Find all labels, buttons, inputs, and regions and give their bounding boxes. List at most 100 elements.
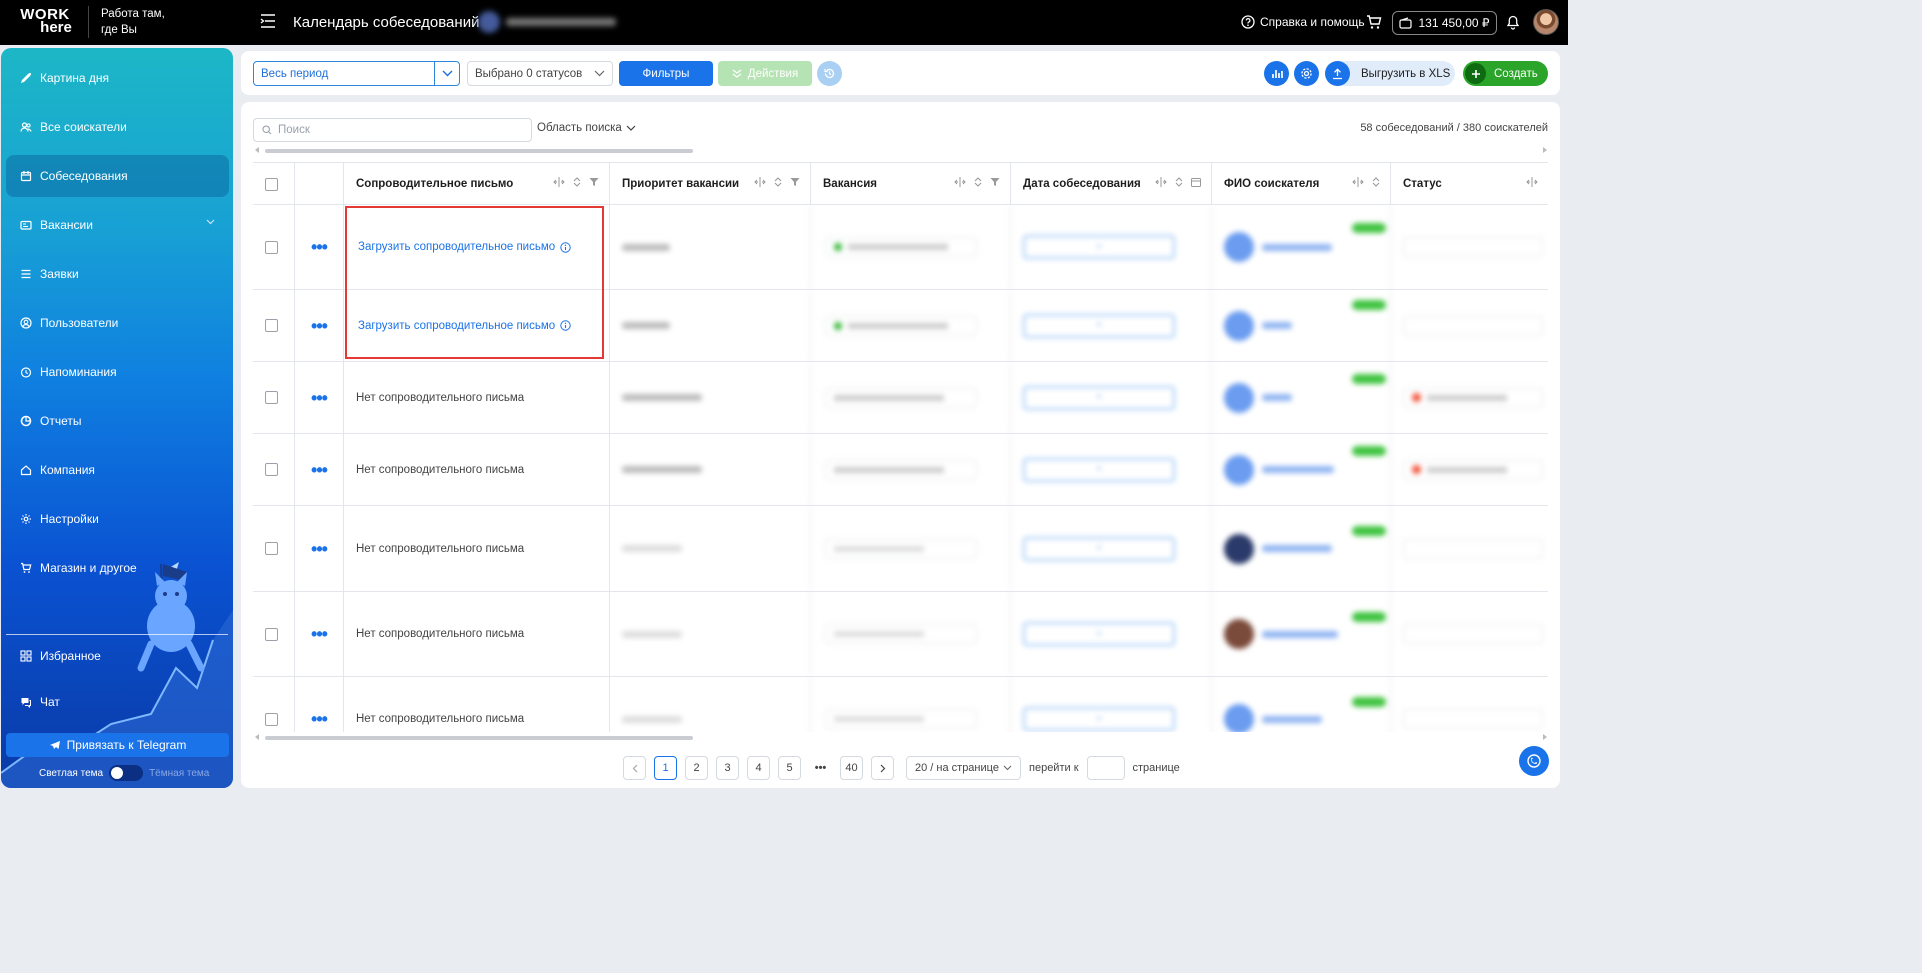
status-cell[interactable] xyxy=(1391,205,1548,289)
candidate-cell[interactable] xyxy=(1212,434,1391,505)
prev-page-button[interactable] xyxy=(623,756,646,780)
sort-icon[interactable] xyxy=(573,177,581,187)
help-link[interactable]: Справка и помощь xyxy=(1241,15,1365,29)
filter-icon[interactable] xyxy=(990,177,1000,187)
interview-date-cell[interactable]: + xyxy=(1011,506,1212,591)
scroll-thumb[interactable] xyxy=(265,736,693,740)
column-resize-icon[interactable] xyxy=(1155,177,1167,187)
candidate-cell[interactable] xyxy=(1212,592,1391,676)
status-cell[interactable] xyxy=(1391,362,1548,433)
row-checkbox[interactable] xyxy=(265,463,278,476)
page-button[interactable]: 2 xyxy=(685,756,708,780)
sort-icon[interactable] xyxy=(974,177,982,187)
page-size-select[interactable]: 20 / на странице xyxy=(906,756,1021,780)
row-checkbox[interactable] xyxy=(265,319,278,332)
chevron-down-icon[interactable] xyxy=(434,62,459,85)
cart-icon[interactable] xyxy=(1366,14,1382,30)
interview-date-cell[interactable]: + xyxy=(1011,592,1212,676)
more-actions-icon[interactable]: ••• xyxy=(311,461,328,479)
vacancy-cell[interactable] xyxy=(811,434,1011,505)
vacancy-cell[interactable] xyxy=(811,290,1011,361)
column-resize-icon[interactable] xyxy=(553,177,565,187)
notifications-icon[interactable] xyxy=(1506,14,1520,30)
candidate-cell[interactable] xyxy=(1212,290,1391,361)
filters-button[interactable]: Фильтры xyxy=(619,61,713,86)
scroll-left-arrow[interactable] xyxy=(255,147,259,153)
nav-item-shop[interactable]: Магазин и другое xyxy=(6,547,229,589)
row-checkbox[interactable] xyxy=(265,627,278,641)
interview-date-cell[interactable]: + xyxy=(1011,290,1212,361)
candidate-cell[interactable] xyxy=(1212,506,1391,591)
sort-icon[interactable] xyxy=(1175,177,1183,187)
vacancy-cell[interactable] xyxy=(811,592,1011,676)
more-actions-icon[interactable]: ••• xyxy=(311,317,328,335)
sort-icon[interactable] xyxy=(774,177,782,187)
scroll-left-arrow[interactable] xyxy=(255,734,259,740)
column-resize-icon[interactable] xyxy=(754,177,766,187)
upload-cover-letter-link[interactable]: Загрузить сопроводительное письмо xyxy=(344,241,571,253)
status-cell[interactable] xyxy=(1391,506,1548,591)
column-header-interview-date[interactable]: Дата собеседования xyxy=(1011,163,1212,205)
info-icon[interactable] xyxy=(560,241,571,253)
bottom-horizontal-scrollbar[interactable] xyxy=(255,734,1547,742)
more-actions-icon[interactable]: ••• xyxy=(311,238,328,256)
status-cell[interactable] xyxy=(1391,592,1548,676)
column-header-vacancy[interactable]: Вакансия xyxy=(811,163,1011,205)
nav-item-interviews[interactable]: Собеседования xyxy=(6,155,229,197)
telegram-link-button[interactable]: Привязать к Telegram xyxy=(6,733,229,757)
support-chat-button[interactable] xyxy=(1519,746,1549,776)
interview-date-cell[interactable]: + xyxy=(1011,677,1212,732)
page-button-last[interactable]: 40 xyxy=(840,756,863,780)
actions-button[interactable]: Действия xyxy=(718,61,812,86)
status-cell[interactable] xyxy=(1391,677,1548,732)
export-xls-button[interactable]: Выгрузить в XLS xyxy=(1325,61,1455,86)
theme-toggle[interactable] xyxy=(109,765,144,781)
status-cell[interactable] xyxy=(1391,290,1548,361)
candidate-cell[interactable] xyxy=(1212,677,1391,732)
page-button[interactable]: 4 xyxy=(747,756,770,780)
candidate-cell[interactable] xyxy=(1212,205,1391,289)
nav-item-chat[interactable]: Чат xyxy=(6,681,229,723)
upload-cover-letter-link[interactable]: Загрузить сопроводительное письмо xyxy=(344,320,571,332)
filter-icon[interactable] xyxy=(790,177,800,187)
nav-item-vacancies[interactable]: Вакансии xyxy=(6,204,229,246)
more-actions-icon[interactable]: ••• xyxy=(311,389,328,407)
pages-ellipsis[interactable]: ••• xyxy=(809,762,832,774)
nav-item-users[interactable]: Пользователи xyxy=(6,302,229,344)
row-checkbox[interactable] xyxy=(265,542,278,555)
more-actions-icon[interactable]: ••• xyxy=(311,625,328,643)
calendar-icon[interactable] xyxy=(1191,177,1201,187)
goto-page-input[interactable] xyxy=(1086,756,1125,780)
interview-date-cell[interactable]: + xyxy=(1011,205,1212,289)
interview-date-cell[interactable]: + xyxy=(1011,362,1212,433)
page-button[interactable]: 5 xyxy=(778,756,801,780)
menu-toggle-icon[interactable] xyxy=(260,14,276,28)
vacancy-cell[interactable] xyxy=(811,677,1011,732)
nav-item-reports[interactable]: Отчеты xyxy=(6,400,229,442)
column-header-cover-letter[interactable]: Сопроводительное письмо xyxy=(344,163,610,205)
column-resize-icon[interactable] xyxy=(954,177,966,187)
page-button-current[interactable]: 1 xyxy=(654,756,677,780)
row-checkbox[interactable] xyxy=(265,391,278,404)
period-select[interactable]: Весь период xyxy=(253,61,460,86)
select-all-checkbox[interactable] xyxy=(265,177,278,191)
row-checkbox[interactable] xyxy=(265,240,278,254)
more-actions-icon[interactable]: ••• xyxy=(311,710,328,728)
balance-button[interactable]: 131 450,00 ₽ xyxy=(1392,11,1497,35)
column-resize-icon[interactable] xyxy=(1352,177,1364,187)
status-select[interactable]: Выбрано 0 статусов xyxy=(467,61,613,86)
page-button[interactable]: 3 xyxy=(716,756,739,780)
column-resize-icon[interactable] xyxy=(1526,177,1538,187)
column-header-vacancy-priority[interactable]: Приоритет вакансии xyxy=(610,163,811,205)
logo[interactable]: WORK here xyxy=(14,7,76,35)
nav-item-settings[interactable]: Настройки xyxy=(6,498,229,540)
top-horizontal-scrollbar[interactable] xyxy=(255,147,1547,155)
company-selector[interactable] xyxy=(478,11,628,33)
vacancy-cell[interactable] xyxy=(811,362,1011,433)
scroll-thumb[interactable] xyxy=(265,149,693,153)
scroll-right-arrow[interactable] xyxy=(1543,734,1547,740)
next-page-button[interactable] xyxy=(871,756,894,780)
statistics-button[interactable] xyxy=(1264,61,1289,86)
filter-icon[interactable] xyxy=(589,177,599,187)
status-cell[interactable] xyxy=(1391,434,1548,505)
